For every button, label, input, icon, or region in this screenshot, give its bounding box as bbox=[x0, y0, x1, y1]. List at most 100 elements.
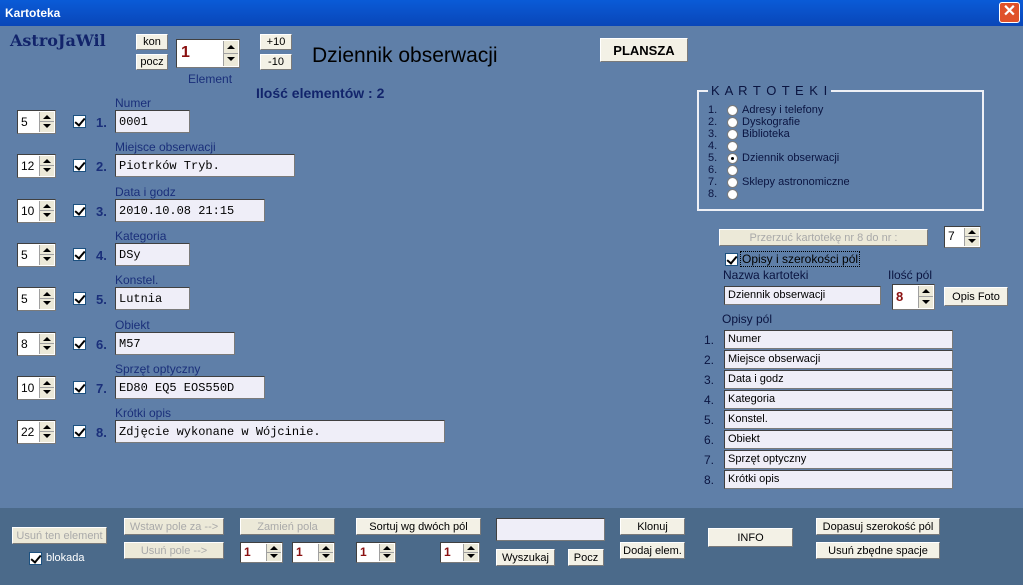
kartoteka-radio[interactable] bbox=[727, 153, 738, 164]
field-visible-checkbox[interactable] bbox=[73, 203, 86, 217]
field-value-input[interactable]: Piotrków Tryb. bbox=[115, 154, 295, 178]
close-icon[interactable]: ✕ bbox=[999, 2, 1020, 23]
field-value-input[interactable]: 2010.10.08 21:15 bbox=[115, 198, 265, 222]
width-value: 5 bbox=[21, 115, 28, 129]
field-value-input[interactable]: 0001 bbox=[115, 110, 190, 133]
usun-spacje-button[interactable]: Usuń zbędne spacje bbox=[816, 542, 940, 559]
width-stepper-1[interactable]: 5 bbox=[17, 110, 56, 134]
sortuj-stepper-1[interactable]: 1 bbox=[356, 542, 396, 563]
width-value: 10 bbox=[21, 203, 35, 218]
width-stepper-5[interactable]: 5 bbox=[17, 287, 56, 312]
width-stepper-2[interactable]: 12 bbox=[17, 154, 56, 179]
opis-input[interactable]: Kategoria bbox=[724, 390, 953, 409]
field-label: Numer bbox=[115, 96, 152, 110]
opis-input[interactable]: Sprzęt optyczny bbox=[724, 450, 953, 469]
opis-input[interactable]: Obiekt bbox=[724, 430, 953, 449]
opis-input[interactable]: Data i godz bbox=[724, 370, 953, 389]
field-value-input[interactable]: Zdjęcie wykonane w Wójcinie. bbox=[115, 420, 445, 444]
opis-input[interactable]: Konstel. bbox=[724, 410, 953, 429]
pocz-search-button[interactable]: Pocz bbox=[568, 549, 604, 566]
field-label: Miejsce obserwacji bbox=[115, 140, 216, 155]
width-value: 8 bbox=[21, 336, 28, 351]
kartoteki-title: K A R T O T E K I bbox=[708, 83, 832, 98]
kartoteka-radio[interactable] bbox=[727, 177, 738, 188]
wyszukaj-button[interactable]: Wyszukaj bbox=[496, 549, 555, 566]
opis-foto-button[interactable]: Opis Foto bbox=[944, 287, 1008, 306]
sortuj-button[interactable]: Sortuj wg dwóch pól bbox=[356, 518, 481, 535]
wstaw-pole-button[interactable]: Wstaw pole za --> bbox=[124, 518, 224, 535]
opisy-pol-label: Opisy pól bbox=[722, 312, 773, 326]
search-input[interactable] bbox=[496, 518, 605, 541]
kartoteka-label[interactable]: Dziennik obserwacji bbox=[742, 152, 839, 164]
field-label: Obiekt bbox=[115, 317, 150, 332]
zamien-stepper-2[interactable]: 1 bbox=[292, 542, 335, 563]
usun-element-button[interactable]: Usuń ten element bbox=[12, 527, 107, 544]
kartoteka-label[interactable]: Sklepy astronomiczne bbox=[742, 176, 850, 188]
field-number: 5. bbox=[96, 292, 107, 308]
opis-number: 1. bbox=[704, 333, 715, 347]
kartoteka-number: 8. bbox=[708, 188, 718, 200]
opis-number: 5. bbox=[704, 413, 715, 427]
przerzuc-button[interactable]: Przerzuć kartotekę nr 8 do nr : bbox=[719, 229, 928, 246]
field-number: 1. bbox=[96, 115, 107, 130]
sortuj-stepper-2[interactable]: 1 bbox=[440, 542, 480, 563]
opis-number: 3. bbox=[704, 373, 715, 387]
width-stepper-6[interactable]: 8 bbox=[17, 331, 56, 356]
opis-input[interactable]: Krótki opis bbox=[724, 470, 953, 489]
przerzuc-value: 7 bbox=[948, 229, 955, 243]
zamien-stepper-1[interactable]: 1 bbox=[240, 542, 283, 563]
kartoteka-radio[interactable] bbox=[727, 117, 738, 128]
field-visible-checkbox[interactable] bbox=[73, 380, 86, 394]
ilosc-stepper[interactable]: 8 bbox=[892, 284, 935, 310]
element-stepper[interactable]: 1 bbox=[176, 39, 240, 68]
width-stepper-3[interactable]: 10 bbox=[17, 198, 56, 223]
field-value-input[interactable]: M57 bbox=[115, 331, 235, 355]
nazwa-input[interactable]: Dziennik obserwacji bbox=[724, 286, 881, 305]
kartoteka-label[interactable]: Adresy i telefony bbox=[742, 104, 823, 116]
kartoteka-label[interactable]: Biblioteka bbox=[742, 128, 790, 140]
field-visible-checkbox[interactable] bbox=[73, 292, 86, 306]
width-stepper-8[interactable]: 22 bbox=[17, 420, 56, 445]
app-logo: AstroJaWil bbox=[10, 31, 106, 50]
kartoteka-radio[interactable] bbox=[727, 165, 738, 176]
width-stepper-7[interactable]: 10 bbox=[17, 375, 56, 400]
opis-input[interactable]: Numer bbox=[724, 330, 953, 349]
opis-number: 6. bbox=[704, 433, 715, 447]
klonuj-button[interactable]: Klonuj bbox=[620, 518, 685, 535]
opis-input[interactable]: Miejsce obserwacji bbox=[724, 350, 953, 369]
width-stepper-4[interactable]: 5 bbox=[17, 242, 56, 267]
sortuj-value-1: 1 bbox=[360, 545, 367, 559]
kartoteka-radio[interactable] bbox=[727, 105, 738, 116]
field-value-input[interactable]: DSy bbox=[115, 242, 190, 266]
przerzuc-stepper[interactable]: 7 bbox=[944, 226, 981, 248]
page-title: Dziennik obserwacji bbox=[312, 44, 498, 67]
blokada-checkbox[interactable] bbox=[29, 552, 42, 565]
width-value: 12 bbox=[21, 159, 35, 174]
kartoteka-number: 1. bbox=[708, 104, 718, 116]
plansza-button[interactable]: PLANSZA bbox=[600, 38, 688, 62]
plus10-button[interactable]: +10 bbox=[260, 34, 292, 50]
info-button[interactable]: INFO bbox=[708, 528, 793, 547]
opisy-checkbox[interactable] bbox=[725, 253, 738, 266]
pocz-button[interactable]: pocz bbox=[136, 54, 168, 70]
dodaj-button[interactable]: Dodaj elem. bbox=[620, 542, 685, 559]
field-visible-checkbox[interactable] bbox=[73, 159, 86, 173]
kartoteka-radio[interactable] bbox=[727, 141, 738, 152]
usun-pole-button[interactable]: Usuń pole --> bbox=[124, 542, 224, 559]
field-value-input[interactable]: Lutnia bbox=[115, 287, 190, 311]
kartoteka-radio[interactable] bbox=[727, 189, 738, 200]
minus10-button[interactable]: -10 bbox=[260, 54, 292, 70]
field-value-input[interactable]: ED80 EQ5 EOS550D bbox=[115, 375, 265, 399]
kartoteka-label[interactable]: Dyskografie bbox=[742, 116, 800, 128]
field-visible-checkbox[interactable] bbox=[73, 247, 86, 261]
field-visible-checkbox[interactable] bbox=[73, 336, 86, 350]
field-number: 3. bbox=[96, 203, 107, 219]
field-visible-checkbox[interactable] bbox=[73, 115, 86, 128]
dopasuj-button[interactable]: Dopasuj szerokość pól bbox=[816, 518, 940, 535]
kon-button[interactable]: kon bbox=[136, 34, 168, 50]
kartoteka-radio[interactable] bbox=[727, 129, 738, 140]
field-visible-checkbox[interactable] bbox=[73, 425, 86, 439]
kartoteka-number: 4. bbox=[708, 140, 718, 152]
zamien-pola-button[interactable]: Zamień pola bbox=[240, 518, 335, 535]
width-value: 22 bbox=[21, 425, 35, 440]
